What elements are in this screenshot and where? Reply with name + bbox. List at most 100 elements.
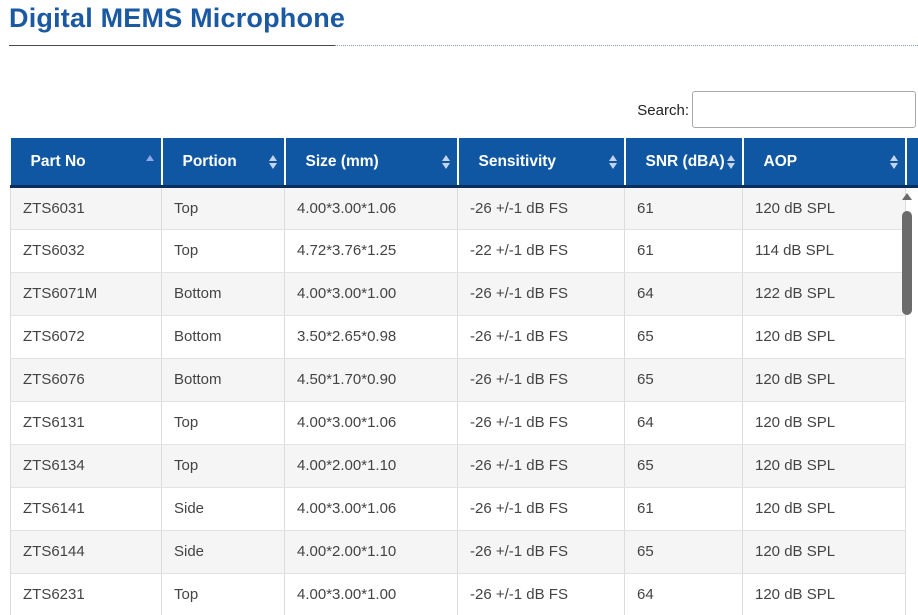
- cell-size: 4.00*3.00*1.06: [284, 487, 458, 531]
- column-header-label: Portion: [182, 153, 237, 171]
- cell-snr: 65: [624, 315, 743, 359]
- cell-part-no: ZTS6141: [10, 487, 162, 531]
- cell-portion: Top: [161, 444, 285, 488]
- cell-part-no: ZTS6072: [10, 315, 162, 359]
- table-row[interactable]: ZTS6076 Bottom 4.50*1.70*0.90 -26 +/-1 dB F…: [10, 358, 918, 402]
- title-underline: [9, 45, 335, 46]
- cell-aop: 120 dB SPL: [742, 315, 906, 359]
- cell-part-no: ZTS6131: [10, 401, 162, 445]
- cell-portion: Bottom: [161, 272, 285, 316]
- cell-part-no: ZTS6031: [10, 186, 162, 230]
- column-header-part-no[interactable]: Part No: [10, 138, 163, 188]
- cell-part-no: ZTS6144: [10, 530, 162, 574]
- cell-size: 4.00*3.00*1.06: [284, 186, 458, 230]
- column-header-size[interactable]: Size (mm): [284, 138, 459, 188]
- cell-portion: Top: [161, 229, 285, 273]
- table-row[interactable]: ZTS6032 Top 4.72*3.76*1.25 -22 +/-1 dB FS 61…: [10, 229, 918, 273]
- sort-both-icon: [268, 155, 277, 169]
- cell-aop: 122 dB SPL: [742, 272, 906, 316]
- sort-ascending-icon: [145, 155, 154, 161]
- search-input[interactable]: [692, 91, 916, 128]
- cell-portion: Top: [161, 401, 285, 445]
- table-row[interactable]: ZTS6071M Bottom 4.00*3.00*1.00 -26 +/-1 dB …: [10, 272, 918, 316]
- cell-aop: 120 dB SPL: [742, 444, 906, 488]
- column-header-label: Part No: [30, 153, 86, 171]
- cell-aop: 120 dB SPL: [742, 487, 906, 531]
- cell-sensitivity: -22 +/-1 dB FS: [457, 229, 625, 273]
- cell-portion: Bottom: [161, 358, 285, 402]
- cell-part-no: ZTS6071M: [10, 272, 162, 316]
- column-header-label: Size (mm): [305, 153, 379, 171]
- cell-snr: 64: [624, 272, 743, 316]
- cell-snr: 61: [624, 186, 743, 230]
- title-dotted-rule: [335, 45, 918, 46]
- cell-portion: Side: [161, 487, 285, 531]
- cell-sensitivity: -26 +/-1 dB FS: [457, 487, 625, 531]
- scroll-up-arrow-icon[interactable]: [901, 190, 913, 204]
- column-header-label: AOP: [763, 153, 798, 171]
- cell-size: 4.00*2.00*1.10: [284, 444, 458, 488]
- cell-snr: 64: [624, 401, 743, 445]
- table-row[interactable]: ZTS6031 Top 4.00*3.00*1.06 -26 +/-1 dB FS 61…: [10, 186, 918, 230]
- parts-table-container: Part No Portion Size (mm) Sensitivity SNR (d…: [10, 138, 918, 615]
- cell-snr: 65: [624, 530, 743, 574]
- cell-aop: 120 dB SPL: [742, 573, 906, 615]
- cell-aop: 120 dB SPL: [742, 358, 906, 402]
- sort-both-icon: [889, 155, 898, 169]
- page-title: Digital MEMS Microphone: [9, 3, 346, 33]
- column-header-snr[interactable]: SNR (dBA): [624, 138, 744, 188]
- cell-sensitivity: -26 +/-1 dB FS: [457, 444, 625, 488]
- cell-part-no: ZTS6134: [10, 444, 162, 488]
- cell-size: 3.50*2.65*0.98: [284, 315, 458, 359]
- sort-both-icon: [441, 155, 450, 169]
- cell-size: 4.00*3.00*1.06: [284, 401, 458, 445]
- table-row[interactable]: ZTS6131 Top 4.00*3.00*1.06 -26 +/-1 dB FS 64…: [10, 401, 918, 445]
- column-header-sensitivity[interactable]: Sensitivity: [457, 138, 626, 188]
- cell-sensitivity: -26 +/-1 dB FS: [457, 272, 625, 316]
- cell-sensitivity: -26 +/-1 dB FS: [457, 315, 625, 359]
- scrollbar-thumb[interactable]: [902, 211, 912, 315]
- cell-sensitivity: -26 +/-1 dB FS: [457, 401, 625, 445]
- cell-size: 4.00*3.00*1.00: [284, 573, 458, 615]
- column-header-aop[interactable]: AOP: [742, 138, 907, 188]
- cell-aop: 114 dB SPL: [742, 229, 906, 273]
- cell-size: 4.50*1.70*0.90: [284, 358, 458, 402]
- table-row[interactable]: ZTS6072 Bottom 3.50*2.65*0.98 -26 +/-1 dB F…: [10, 315, 918, 359]
- cell-size: 4.72*3.76*1.25: [284, 229, 458, 273]
- cell-sensitivity: -26 +/-1 dB FS: [457, 186, 625, 230]
- column-header-label: SNR (dBA): [645, 153, 725, 171]
- cell-aop: 120 dB SPL: [742, 186, 906, 230]
- cell-snr: 61: [624, 487, 743, 531]
- column-header-label: Sensitivity: [478, 153, 557, 171]
- cell-size: 4.00*2.00*1.10: [284, 530, 458, 574]
- table-row[interactable]: ZTS6141 Side 4.00*3.00*1.06 -26 +/-1 dB FS 6…: [10, 487, 918, 531]
- parts-table: Part No Portion Size (mm) Sensitivity SNR (d…: [10, 138, 918, 615]
- table-scrollbar[interactable]: [899, 190, 915, 615]
- cell-sensitivity: -26 +/-1 dB FS: [457, 573, 625, 615]
- sort-both-icon: [726, 155, 735, 169]
- cell-aop: 120 dB SPL: [742, 530, 906, 574]
- cell-sensitivity: -26 +/-1 dB FS: [457, 358, 625, 402]
- cell-portion: Bottom: [161, 315, 285, 359]
- table-row[interactable]: ZTS6134 Top 4.00*2.00*1.10 -26 +/-1 dB FS 65…: [10, 444, 918, 488]
- sort-both-icon: [608, 155, 617, 169]
- cell-size: 4.00*3.00*1.00: [284, 272, 458, 316]
- table-row[interactable]: ZTS6231 Top 4.00*3.00*1.00 -26 +/-1 dB FS 64…: [10, 573, 918, 615]
- cell-snr: 65: [624, 444, 743, 488]
- table-header-row: Part No Portion Size (mm) Sensitivity SNR (d…: [10, 138, 918, 188]
- cell-snr: 64: [624, 573, 743, 615]
- cell-part-no: ZTS6231: [10, 573, 162, 615]
- cell-portion: Side: [161, 530, 285, 574]
- cell-snr: 65: [624, 358, 743, 402]
- table-header: Part No Portion Size (mm) Sensitivity SNR (d…: [10, 138, 918, 188]
- cell-aop: 120 dB SPL: [742, 401, 906, 445]
- search-label: Search:: [637, 102, 689, 119]
- cell-portion: Top: [161, 186, 285, 230]
- cell-part-no: ZTS6032: [10, 229, 162, 273]
- cell-snr: 61: [624, 229, 743, 273]
- column-header-portion[interactable]: Portion: [161, 138, 286, 188]
- cell-sensitivity: -26 +/-1 dB FS: [457, 530, 625, 574]
- cell-portion: Top: [161, 573, 285, 615]
- table-row[interactable]: ZTS6144 Side 4.00*2.00*1.10 -26 +/-1 dB FS 6…: [10, 530, 918, 574]
- header-scroll-gutter: [905, 138, 918, 188]
